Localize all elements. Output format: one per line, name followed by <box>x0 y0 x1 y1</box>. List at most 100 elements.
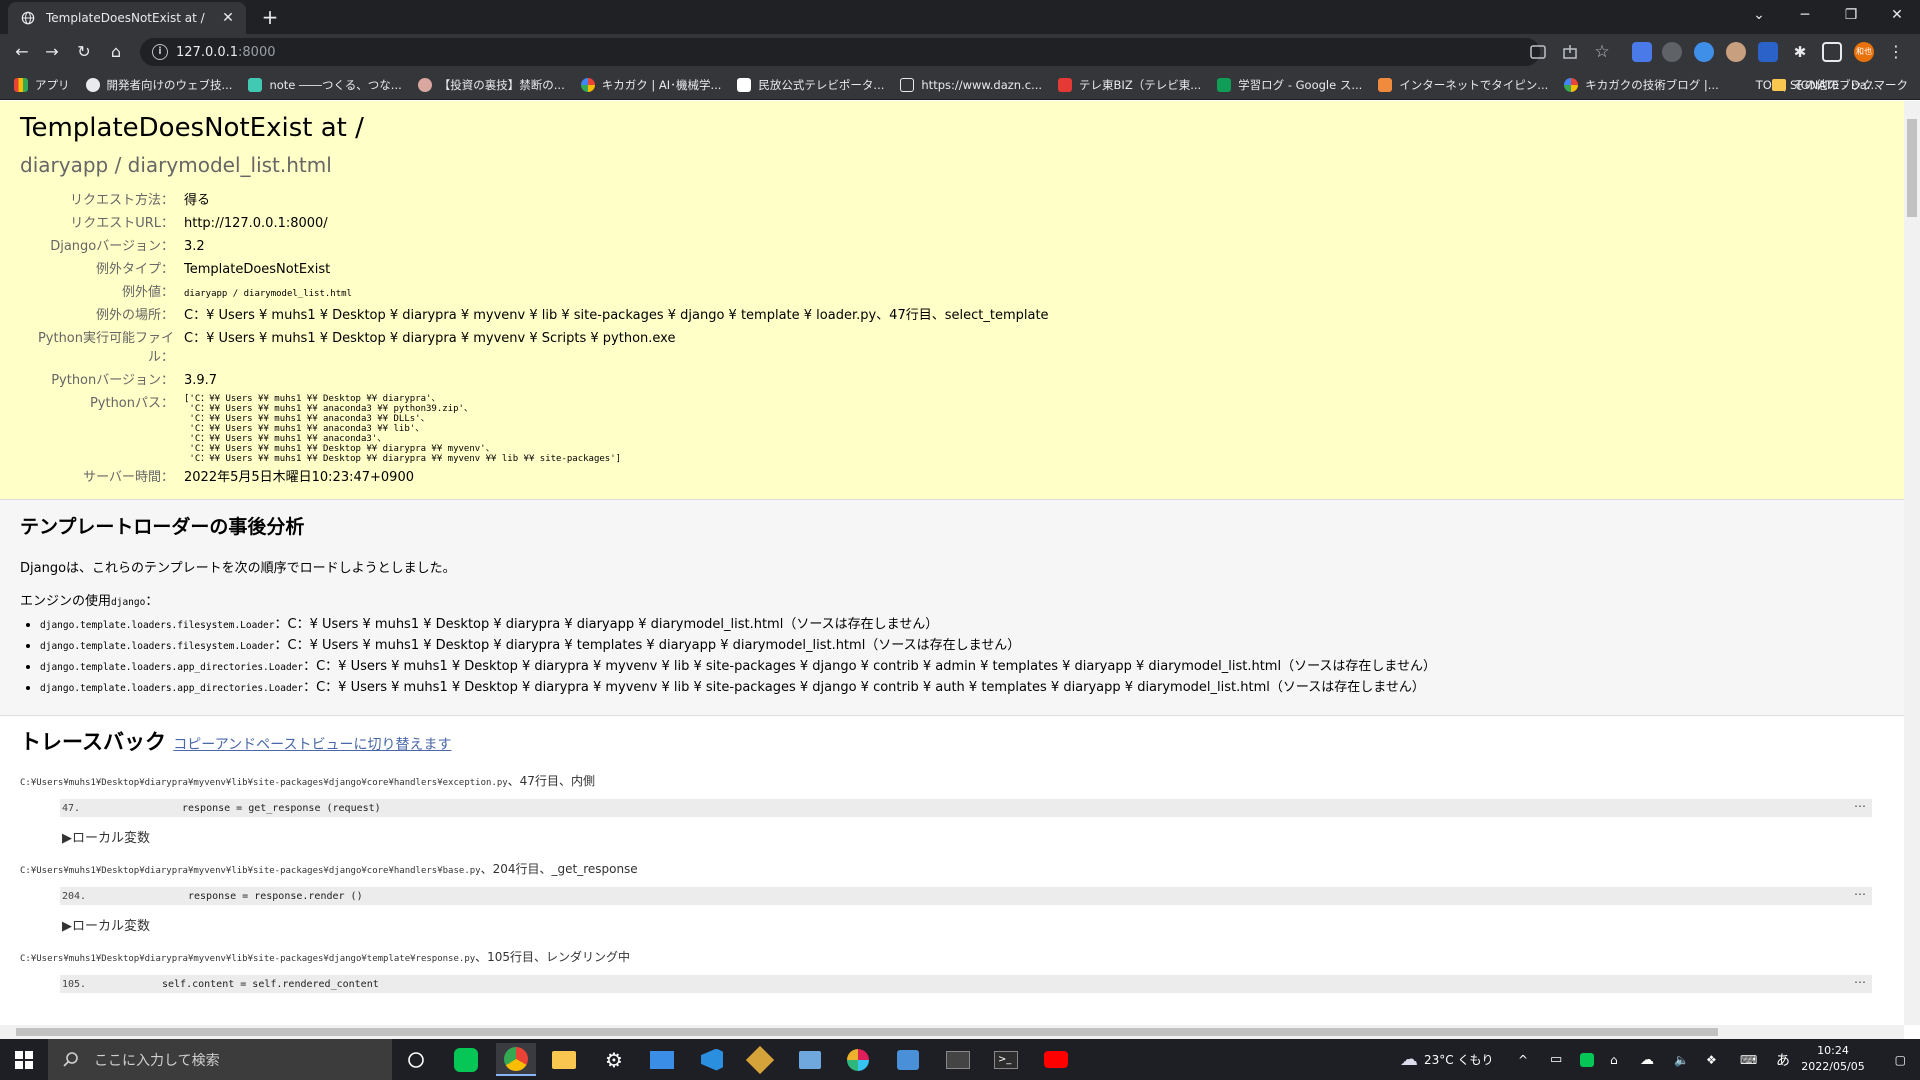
tab-strip: TemplateDoesNotExist at / ✕ + ⌄ ─ ❐ ✕ <box>0 0 1920 34</box>
taskbar-mail-app[interactable] <box>642 1043 682 1076</box>
bookmark-favicon <box>85 77 100 92</box>
scrollbar-thumb[interactable] <box>16 1028 1718 1036</box>
expand-context-icon[interactable]: ⋯ <box>1854 975 1866 989</box>
tray-icon[interactable]: ▭ <box>1550 1039 1562 1080</box>
taskbar-settings-app[interactable]: ⚙ <box>594 1043 634 1076</box>
extension-icon-blue[interactable] <box>1632 42 1652 62</box>
page-title: TemplateDoesNotExist at / <box>20 113 364 143</box>
bookmark-item[interactable]: キカガク | AI･機械学... <box>580 77 721 93</box>
other-bookmarks[interactable]: その他のブックマーク <box>1772 77 1908 93</box>
taskbar-youtube-app[interactable] <box>1036 1043 1076 1076</box>
bookmark-item[interactable]: キカガクの技術ブログ |... <box>1564 77 1719 93</box>
weather-widget[interactable]: ☁ 23°C くもり <box>1400 1039 1493 1080</box>
bookmark-favicon <box>900 77 915 92</box>
bookmark-item[interactable]: 【投資の裏技】禁断の... <box>417 77 565 93</box>
close-window-button[interactable]: ✕ <box>1874 0 1920 30</box>
frame-context-line[interactable]: 47. response = get_response (request) ⋯ <box>60 799 1872 817</box>
bookmark-item[interactable]: 学習ログ - Google ス... <box>1217 77 1362 93</box>
address-bar[interactable]: i 127.0.0.1:8000 <box>140 38 1540 66</box>
taskbar-git-app[interactable] <box>740 1043 780 1076</box>
bookmark-star-icon[interactable]: ☆ <box>1592 42 1612 62</box>
search-icon <box>63 1051 78 1067</box>
horizontal-scrollbar[interactable] <box>0 1025 1904 1039</box>
expand-context-icon[interactable]: ⋯ <box>1854 799 1866 813</box>
bookmark-item[interactable]: テレ東BIZ（テレビ東... <box>1058 77 1201 93</box>
reload-button[interactable]: ↻ <box>72 40 96 64</box>
django-debug-page: TemplateDoesNotExist at / diaryapp / dia… <box>0 101 1904 1013</box>
dropbox-icon[interactable]: ❖ <box>1706 1039 1717 1080</box>
notification-icon[interactable]: ▢ <box>1895 1039 1906 1080</box>
chrome-menu-icon[interactable]: ⋮ <box>1886 42 1906 62</box>
taskbar-slack-app[interactable] <box>838 1043 878 1076</box>
taskbar-app[interactable] <box>888 1043 928 1076</box>
bookmark-favicon <box>248 77 263 92</box>
task-view-button[interactable] <box>396 1043 436 1076</box>
frame-file: C:¥Users¥muhs1¥Desktop¥diarypra¥myvenv¥l… <box>20 862 638 876</box>
profile-avatar[interactable]: 和也 <box>1854 42 1874 62</box>
onedrive-cloud-icon[interactable]: ☁ <box>1640 1039 1654 1080</box>
bookmark-item[interactable]: https://www.dazn.c... <box>900 77 1042 92</box>
browser-tab-active[interactable]: TemplateDoesNotExist at / ✕ <box>8 2 246 34</box>
restore-button[interactable]: ❐ <box>1828 0 1874 30</box>
exception-subtitle: diaryapp / diarymodel_list.html <box>20 153 332 177</box>
forward-button[interactable]: → <box>40 40 64 64</box>
tab-search-chevron-icon[interactable]: ⌄ <box>1736 0 1782 30</box>
cloud-icon: ☁ <box>1400 1049 1418 1070</box>
bookmark-item[interactable]: 開発者向けのウェブ技... <box>85 77 232 93</box>
vertical-scrollbar[interactable] <box>1904 101 1920 1025</box>
taskbar-app[interactable] <box>790 1043 830 1076</box>
folder-icon <box>1772 79 1786 91</box>
bookmark-item[interactable]: note ――つくる、つな... <box>248 77 402 93</box>
frame-context-line[interactable]: 204. response = response.render () ⋯ <box>60 887 1872 905</box>
taskbar-app[interactable] <box>938 1043 978 1076</box>
taskbar-explorer-app[interactable] <box>544 1043 584 1076</box>
tray-overflow-chevron-icon[interactable]: ^ <box>1518 1039 1528 1080</box>
windows-start-button[interactable] <box>0 1039 48 1080</box>
taskbar-search-input[interactable]: ここに入力して検索 <box>48 1039 392 1080</box>
site-info-icon[interactable]: i <box>152 44 168 60</box>
meta-row: リクエストURL： http://127.0.0.1:8000/ <box>70 216 328 231</box>
switch-copy-paste-link[interactable]: コピーアンドペーストビューに切り替えます <box>173 737 451 753</box>
local-vars-toggle[interactable]: ▶ローカル変数 <box>62 915 1884 934</box>
back-button[interactable]: ← <box>10 40 34 64</box>
tray-line-icon[interactable] <box>1580 1039 1594 1080</box>
extension-icon-circle[interactable] <box>1662 42 1682 62</box>
ime-indicator[interactable]: あ <box>1776 1039 1790 1080</box>
scrollbar-thumb[interactable] <box>1907 119 1917 217</box>
local-vars-toggle[interactable]: ▶ローカル変数 <box>62 827 1884 846</box>
share-icon[interactable] <box>1560 42 1580 62</box>
app-icon <box>897 1049 919 1070</box>
expand-context-icon[interactable]: ⋯ <box>1854 887 1866 901</box>
line-icon <box>454 1047 478 1072</box>
terminal-icon: >_ <box>994 1050 1018 1069</box>
taskbar-terminal-app[interactable]: >_ <box>986 1043 1026 1076</box>
extension-icon-puzzle-blue[interactable] <box>1694 42 1714 62</box>
bookmark-item[interactable]: 民放公式テレビポータ... <box>737 77 884 93</box>
apps-grid-icon <box>14 77 28 92</box>
minimize-button[interactable]: ─ <box>1782 0 1828 30</box>
new-tab-button[interactable]: + <box>258 6 282 30</box>
window-icon <box>946 1050 970 1069</box>
meta-row: 例外の場所： C：¥ Users ¥ muhs1 ¥ Desktop ¥ diar… <box>95 308 1049 323</box>
side-panel-icon[interactable] <box>1822 42 1842 62</box>
speaker-icon[interactable]: 🔈 <box>1674 1039 1689 1080</box>
home-button[interactable]: ⌂ <box>104 40 128 64</box>
close-tab-icon[interactable]: ✕ <box>220 10 236 26</box>
taskbar-chrome-app[interactable] <box>496 1043 536 1076</box>
network-icon[interactable]: ⌂ <box>1610 1039 1618 1080</box>
taskbar-clock[interactable]: 10:24 2022/05/05 <box>1798 1043 1868 1075</box>
globe-icon <box>20 10 36 26</box>
keyboard-icon[interactable]: ⌨ <box>1740 1039 1757 1080</box>
taskbar-vscode-app[interactable] <box>692 1043 732 1076</box>
taskbar-line-app[interactable] <box>446 1043 486 1076</box>
extensions-puzzle-icon[interactable]: ✱ <box>1790 42 1810 62</box>
translate-icon[interactable] <box>1528 42 1548 62</box>
extension-icon-dark[interactable] <box>1758 42 1778 62</box>
python-path-list: ['C：¥¥ Users ¥¥ muhs1 ¥¥ Desktop ¥¥ diar… <box>184 394 622 464</box>
extension-icon-face[interactable] <box>1726 42 1746 62</box>
frame-context-line[interactable]: 105. self.content = self.rendered_content… <box>60 975 1872 993</box>
bookmark-apps[interactable]: アプリ <box>14 77 70 93</box>
bookmark-item[interactable]: インターネットでタイピン... <box>1378 77 1548 93</box>
bookmark-favicon <box>1734 77 1749 92</box>
slack-icon <box>847 1048 869 1071</box>
